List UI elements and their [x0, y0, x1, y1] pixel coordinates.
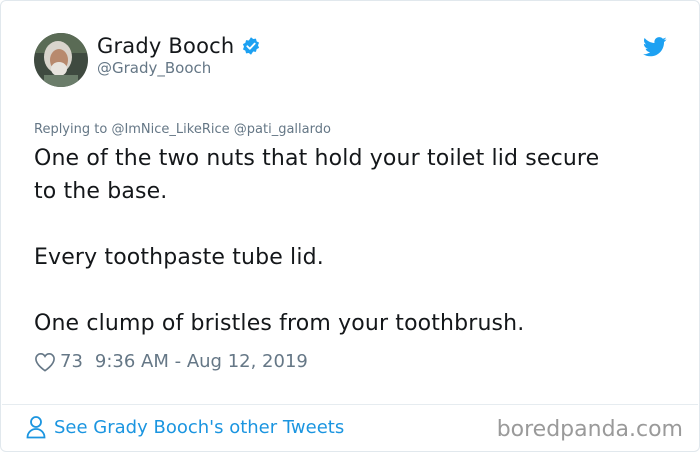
- author-handle[interactable]: @Grady_Booch: [97, 59, 211, 77]
- verified-badge-icon: [243, 37, 260, 55]
- avatar[interactable]: [34, 33, 88, 87]
- tweet-text-line: to the base.: [34, 179, 168, 204]
- tweet-text-line: One of the two nuts that hold your toile…: [34, 146, 600, 171]
- tweet-card: Grady Booch @Grady_Booch Replying to @Im…: [0, 0, 700, 452]
- author-name[interactable]: Grady Booch: [97, 34, 234, 58]
- replying-to: Replying to @ImNice_LikeRice @pati_galla…: [34, 122, 331, 137]
- see-other-tweets-label[interactable]: See Grady Booch's other Tweets: [54, 417, 344, 438]
- mention-link[interactable]: @ImNice_LikeRice: [111, 122, 229, 137]
- like-count[interactable]: 73: [60, 351, 83, 372]
- author-name-row[interactable]: Grady Booch: [97, 34, 261, 58]
- tweet-text-line: One clump of bristles from your toothbru…: [34, 311, 525, 336]
- person-icon: [26, 416, 46, 439]
- see-other-tweets-link[interactable]: See Grady Booch's other Tweets: [26, 415, 344, 439]
- timestamp[interactable]: 9:36 AM - Aug 12, 2019: [95, 351, 308, 372]
- replying-prefix: Replying to: [34, 122, 108, 137]
- mention-link[interactable]: @pati_gallardo: [234, 122, 331, 137]
- tweet-meta: 73 9:36 AM - Aug 12, 2019: [34, 351, 308, 372]
- divider: [2, 404, 698, 405]
- tweet-text-line: Every toothpaste tube lid.: [34, 245, 324, 270]
- watermark: boredpanda.com: [496, 417, 683, 442]
- heart-icon[interactable]: [34, 352, 56, 372]
- profile-photo-icon: [34, 33, 88, 87]
- twitter-bird-icon[interactable]: [643, 37, 667, 57]
